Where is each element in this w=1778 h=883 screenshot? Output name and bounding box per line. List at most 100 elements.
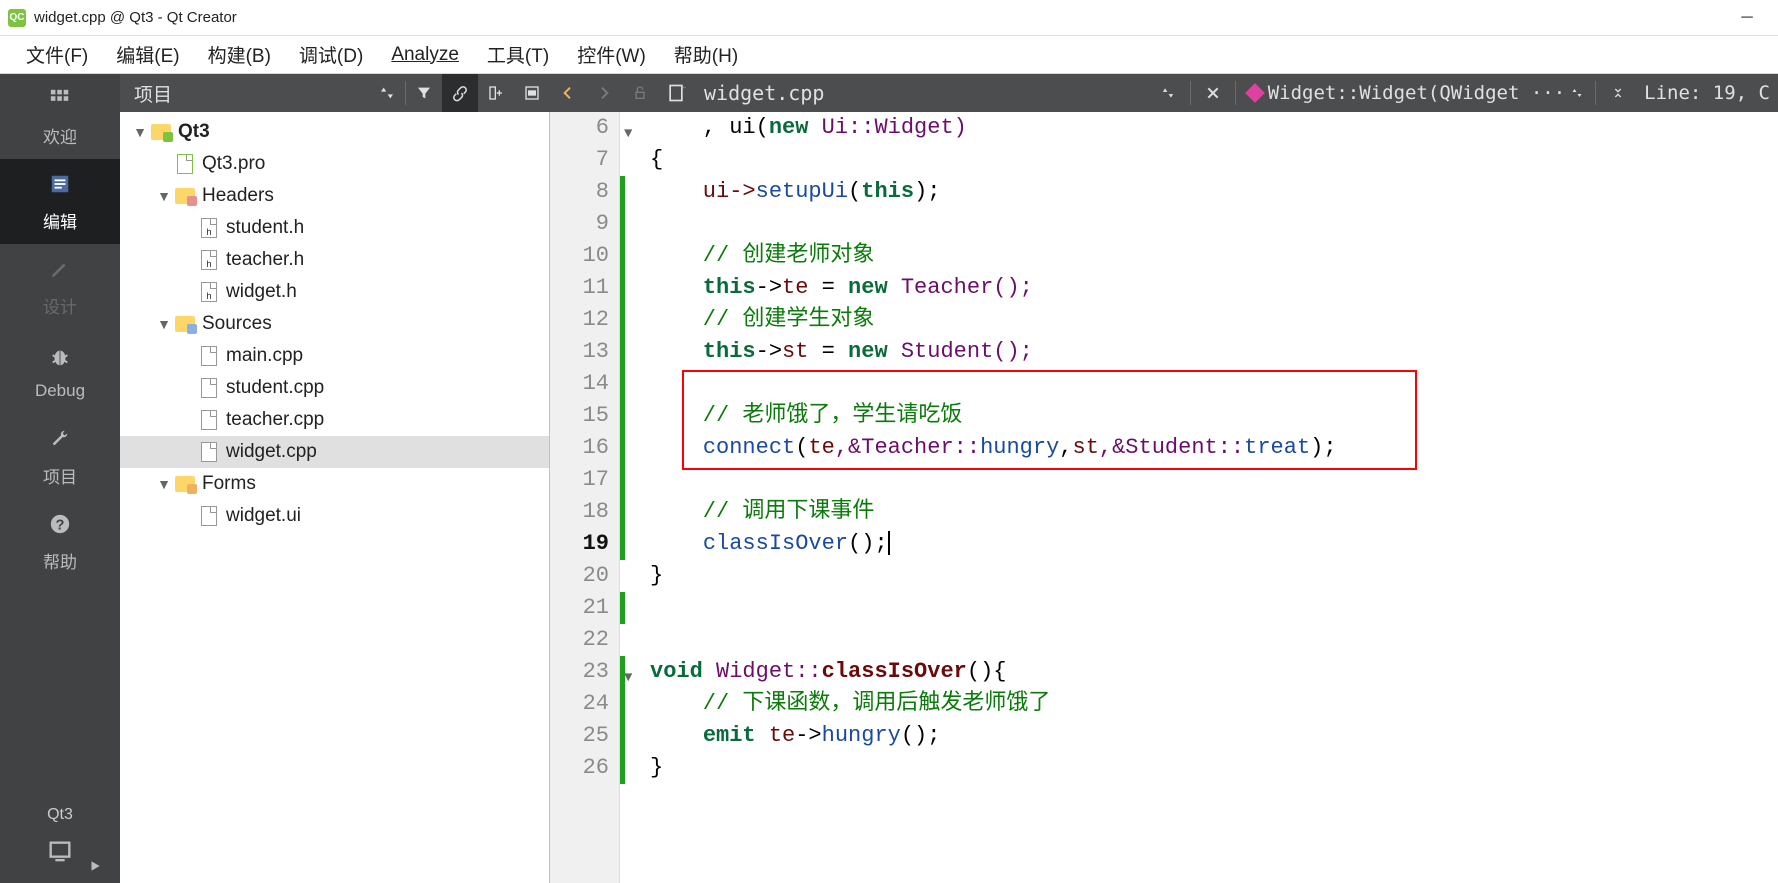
chevron-down-icon[interactable]: ▼ xyxy=(624,662,632,694)
close-document-icon[interactable] xyxy=(1195,74,1231,112)
code-editor[interactable]: 6 7 8 9 10 11 12 13 14 15 16 17 xyxy=(550,112,1778,883)
mode-projects[interactable]: 项目 xyxy=(0,414,120,499)
tree-folder-headers[interactable]: ▼ Headers xyxy=(120,180,549,212)
lock-icon[interactable] xyxy=(622,74,658,112)
chevron-down-icon: ▼ xyxy=(130,124,150,140)
line-number: 17 xyxy=(550,464,609,496)
mode-design-label: 设计 xyxy=(43,293,77,318)
tree-label: Qt3 xyxy=(178,121,210,143)
line-number: 13 xyxy=(550,336,609,368)
folder-sources-icon xyxy=(175,316,195,332)
change-marker xyxy=(620,656,625,784)
mode-debug-label: Debug xyxy=(35,381,85,401)
layout-icon[interactable] xyxy=(514,74,550,112)
add-split-icon[interactable] xyxy=(478,74,514,112)
text-cursor xyxy=(888,531,890,555)
tree-file-teacher-cpp[interactable]: teacher.cpp xyxy=(120,404,549,436)
line-number: 23 xyxy=(550,656,609,688)
chevron-down-icon: ▼ xyxy=(154,188,174,204)
minimize-button[interactable]: ─ xyxy=(1724,3,1770,33)
tree-label: Headers xyxy=(202,185,274,207)
line-column-indicator[interactable]: Line: 19, C xyxy=(1636,82,1778,104)
edit-icon xyxy=(49,170,71,202)
line-number: 20 xyxy=(550,560,609,592)
project-tree[interactable]: ▼ Qt3 Qt3.pro ▼ Headers xyxy=(120,112,550,883)
symbol-text: Widget::Widget(QWidget ··· xyxy=(1268,82,1565,104)
line-number: 18 xyxy=(550,496,609,528)
project-pane-label[interactable]: 项目 xyxy=(120,80,369,107)
line-number: 24 xyxy=(550,688,609,720)
line-number: 25 xyxy=(550,720,609,752)
tree-file-main-cpp[interactable]: main.cpp xyxy=(120,340,549,372)
tree-file-student-h[interactable]: h student.h xyxy=(120,212,549,244)
grid-icon xyxy=(49,85,71,117)
menu-analyze[interactable]: Analyze xyxy=(377,38,473,72)
window-title: widget.cpp @ Qt3 - Qt Creator xyxy=(34,9,237,26)
line-number: 15 xyxy=(550,400,609,432)
symbol-selector[interactable]: Widget::Widget(QWidget ··· xyxy=(1240,82,1591,104)
mode-help[interactable]: ? 帮助 xyxy=(0,499,120,584)
file-switch-icon[interactable] xyxy=(1150,74,1186,112)
line-number: 12 xyxy=(550,304,609,336)
tree-label: teacher.cpp xyxy=(226,409,324,431)
mode-design[interactable]: 设计 xyxy=(0,244,120,329)
run-target-icon[interactable] xyxy=(0,832,120,877)
sort-icon[interactable] xyxy=(369,74,405,112)
line-number: 21 xyxy=(550,592,609,624)
tree-label: widget.cpp xyxy=(226,441,317,463)
tree-file-widget-cpp[interactable]: widget.cpp xyxy=(120,436,549,468)
mode-sidebar: 欢迎 编辑 设计 Debug xyxy=(0,74,120,883)
change-marker xyxy=(620,176,625,560)
tree-root-qt3[interactable]: ▼ Qt3 xyxy=(120,116,549,148)
h-file-icon: h xyxy=(201,282,217,302)
tree-label: main.cpp xyxy=(226,345,303,367)
chevron-down-icon[interactable]: ▼ xyxy=(624,118,632,150)
menu-build[interactable]: 构建(B) xyxy=(194,35,285,74)
line-number-gutter[interactable]: 6 7 8 9 10 11 12 13 14 15 16 17 xyxy=(550,112,620,883)
editor-toolbar: ++ widget.cpp Widget::Widget(QWidget ··· xyxy=(550,74,1778,112)
link-icon[interactable] xyxy=(442,74,478,112)
tree-folder-forms[interactable]: ▼ Forms xyxy=(120,468,549,500)
line-number: 10 xyxy=(550,240,609,272)
filter-icon[interactable] xyxy=(406,74,442,112)
tree-file-pro[interactable]: Qt3.pro xyxy=(120,148,549,180)
menu-widgets[interactable]: 控件(W) xyxy=(563,35,660,74)
line-number: 16 xyxy=(550,432,609,464)
tree-label: Qt3.pro xyxy=(202,153,265,175)
menu-file[interactable]: 文件(F) xyxy=(12,35,102,74)
line-number: 11 xyxy=(550,272,609,304)
mode-projects-label: 项目 xyxy=(43,463,77,488)
line-number: 8 xyxy=(550,176,609,208)
chevron-down-icon: ▼ xyxy=(154,476,174,492)
tree-file-teacher-h[interactable]: h teacher.h xyxy=(120,244,549,276)
mode-edit[interactable]: 编辑 xyxy=(0,159,120,244)
mode-debug[interactable]: Debug xyxy=(0,329,120,414)
line-number: 6 xyxy=(550,112,609,144)
nav-back-icon[interactable] xyxy=(550,74,586,112)
project-toolbar: 项目 xyxy=(120,74,550,112)
tree-file-student-cpp[interactable]: student.cpp xyxy=(120,372,549,404)
tree-label: teacher.h xyxy=(226,249,304,271)
fold-column[interactable]: ▼ ▼ xyxy=(620,112,644,883)
editor-filename[interactable]: widget.cpp xyxy=(694,81,834,105)
folder-forms-icon xyxy=(175,476,195,492)
menu-tools[interactable]: 工具(T) xyxy=(473,35,563,74)
menu-debug[interactable]: 调试(D) xyxy=(285,35,377,74)
mode-welcome[interactable]: 欢迎 xyxy=(0,74,120,159)
expand-icon[interactable] xyxy=(1600,74,1636,112)
tree-label: student.cpp xyxy=(226,377,324,399)
qt-app-icon: QC xyxy=(8,9,26,27)
cpp-file-icon xyxy=(201,442,217,462)
menu-help[interactable]: 帮助(H) xyxy=(660,35,752,74)
tree-file-widget-h[interactable]: h widget.h xyxy=(120,276,549,308)
code-body[interactable]: , ui(new Ui::Widget) { ui->setupUi(this)… xyxy=(644,112,1778,883)
nav-forward-icon[interactable] xyxy=(586,74,622,112)
tree-file-widget-ui[interactable]: widget.ui xyxy=(120,500,549,532)
change-marker xyxy=(620,592,625,624)
menu-edit[interactable]: 编辑(E) xyxy=(102,35,193,74)
tree-folder-sources[interactable]: ▼ Sources xyxy=(120,308,549,340)
svg-text:++: ++ xyxy=(681,85,686,92)
ui-file-icon xyxy=(201,506,217,526)
tree-label: Sources xyxy=(202,313,272,335)
kit-selector[interactable]: Qt3 xyxy=(0,798,120,832)
